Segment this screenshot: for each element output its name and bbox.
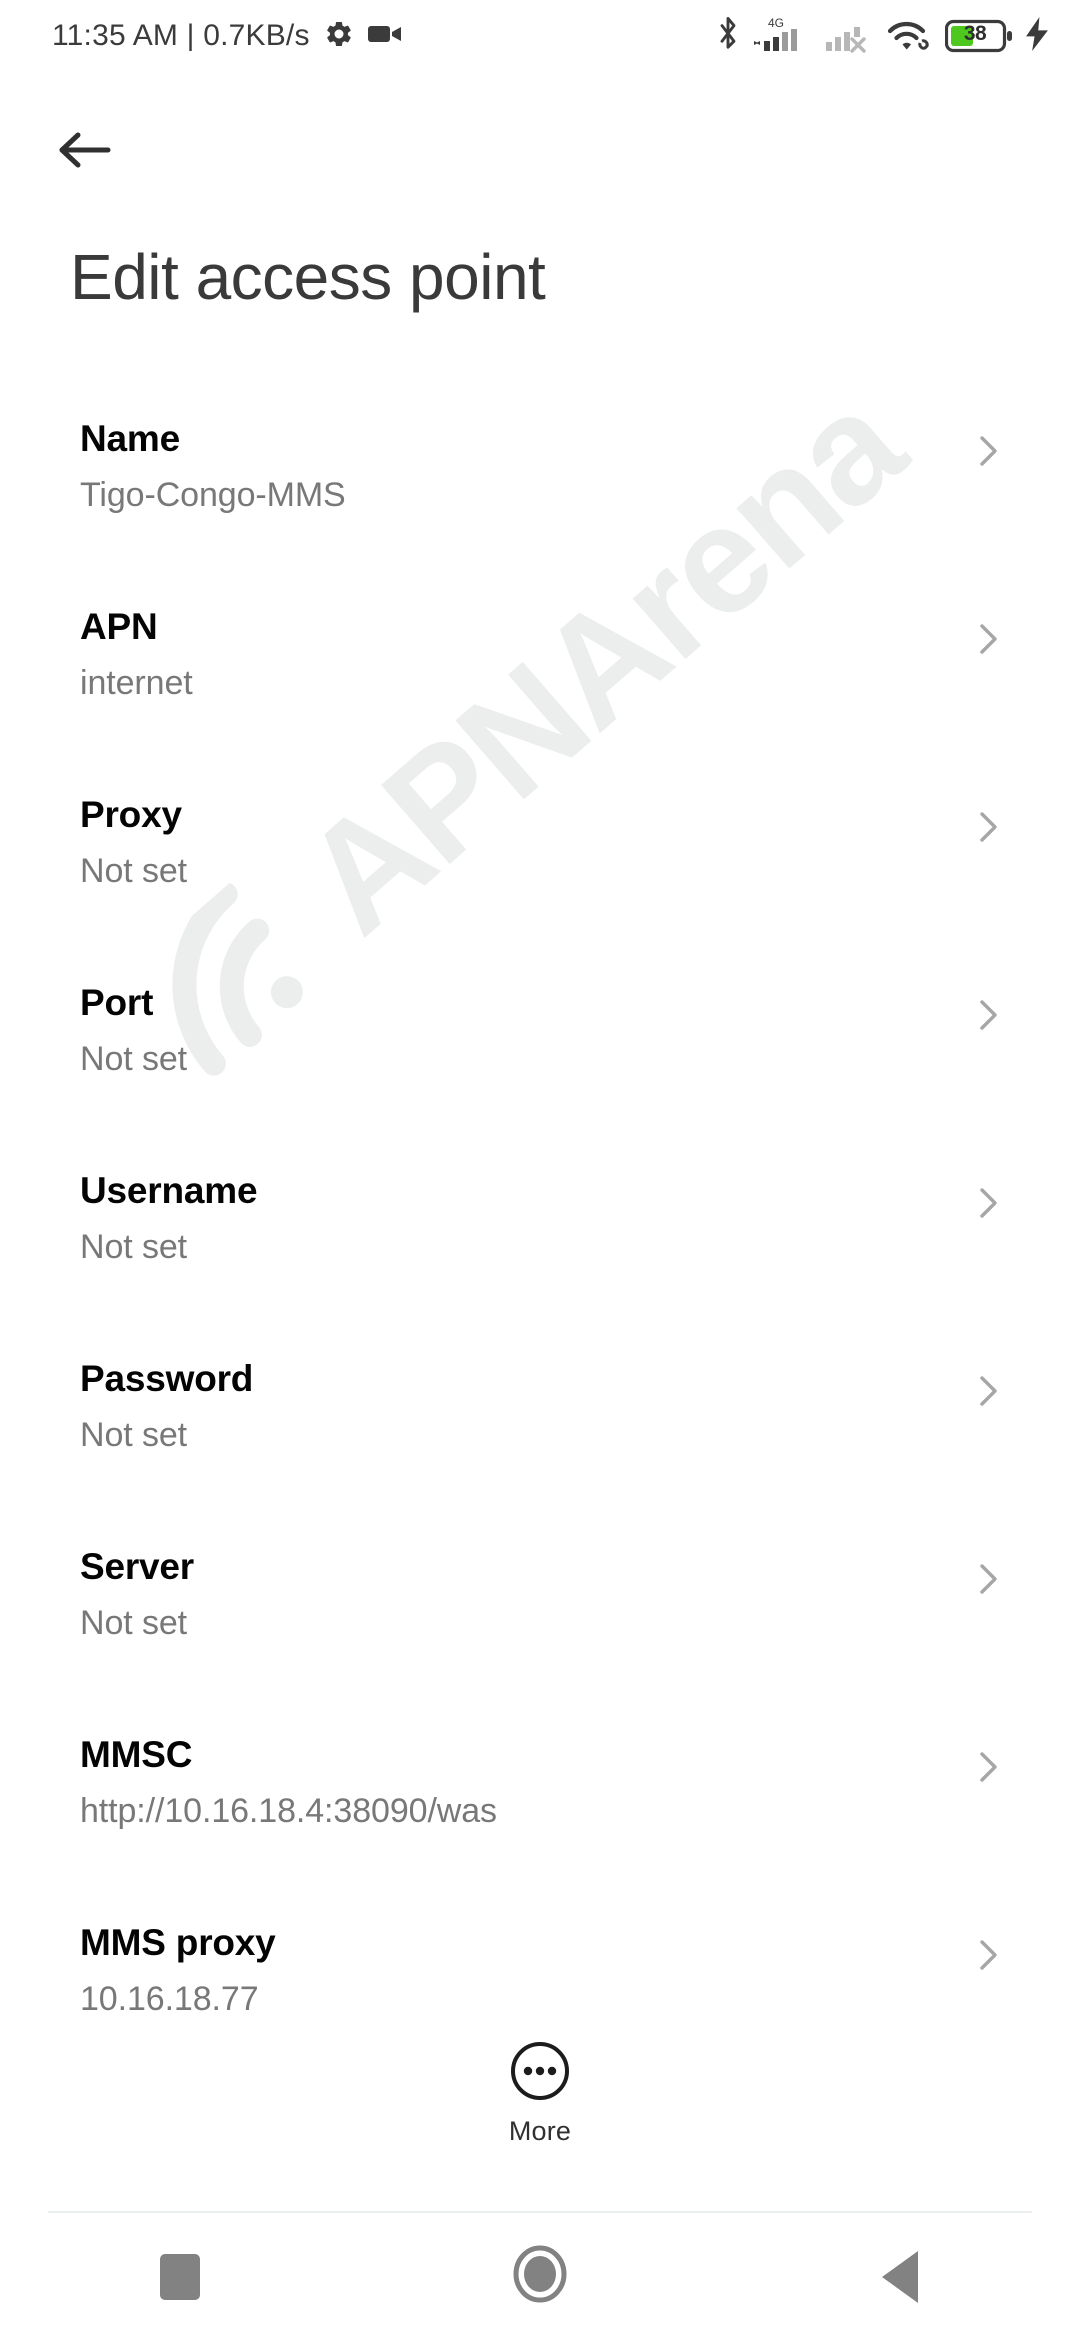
status-time-and-speed: 11:35 AM | 0.7KB/s bbox=[52, 19, 310, 52]
list-item-value: Not set bbox=[80, 1416, 188, 1454]
home-circle-icon bbox=[512, 2244, 568, 2309]
back-button[interactable] bbox=[46, 112, 126, 192]
list-item-port[interactable]: Port Not set bbox=[0, 968, 1080, 1156]
list-item-title: Proxy bbox=[80, 794, 182, 835]
chevron-right-icon bbox=[968, 618, 1010, 660]
back-triangle-icon bbox=[882, 2250, 918, 2303]
list-item-name[interactable]: Name Tigo-Congo-MMS bbox=[0, 404, 1080, 592]
more-button[interactable]: More bbox=[0, 2040, 1080, 2147]
chevron-right-icon bbox=[968, 1370, 1010, 1412]
gear-icon bbox=[324, 19, 354, 54]
svg-text:4G: 4G bbox=[768, 16, 784, 30]
list-item-value: Tigo-Congo-MMS bbox=[80, 476, 346, 514]
list-item-title: Server bbox=[80, 1546, 195, 1587]
more-dots-circle-icon[interactable] bbox=[509, 2040, 571, 2102]
list-item-value: http://10.16.18.4:38090/was bbox=[80, 1792, 497, 1830]
nav-recents-button[interactable] bbox=[0, 2213, 360, 2340]
status-bar: 11:35 AM | 0.7KB/s 4G 38 bbox=[0, 0, 1080, 72]
chevron-right-icon bbox=[968, 1558, 1010, 1600]
phone-screen: APNArena 11:35 AM | 0.7KB/s 4G 38 Edit a… bbox=[0, 0, 1080, 2340]
chevron-right-icon bbox=[968, 1934, 1010, 1976]
arrow-left-icon bbox=[58, 128, 114, 177]
list-item-value: Not set bbox=[80, 1228, 188, 1266]
list-item-title: MMSC bbox=[80, 1734, 193, 1775]
chevron-right-icon bbox=[968, 1746, 1010, 1788]
list-item-title: MMS proxy bbox=[80, 1922, 276, 1963]
list-item-value: 10.16.18.77 bbox=[80, 1980, 259, 2018]
battery-percent-label: 38 bbox=[963, 22, 987, 45]
chevron-right-icon bbox=[968, 994, 1010, 1036]
wifi-icon bbox=[886, 15, 934, 58]
list-item-value: Not set bbox=[80, 1040, 188, 1078]
list-item-title: Username bbox=[80, 1170, 258, 1211]
list-item-value: internet bbox=[80, 664, 193, 702]
more-button-label: More bbox=[508, 2116, 572, 2146]
battery-icon: 38 bbox=[945, 19, 1013, 53]
chevron-right-icon bbox=[968, 1182, 1010, 1224]
chevron-right-icon bbox=[968, 430, 1010, 472]
system-navigation-bar bbox=[0, 2213, 1080, 2340]
list-item-value: Not set bbox=[80, 852, 188, 890]
access-point-field-list: Name Tigo-Congo-MMS APN internet Proxy N… bbox=[0, 404, 1080, 2096]
signal-4g-icon: 4G bbox=[752, 15, 814, 58]
nav-home-button[interactable] bbox=[360, 2213, 720, 2340]
charging-bolt-icon bbox=[1024, 16, 1050, 56]
status-bar-right: 4G 38 bbox=[715, 15, 1050, 58]
signal-no-service-icon bbox=[825, 15, 875, 58]
list-item-title: APN bbox=[80, 606, 158, 647]
list-item-username[interactable]: Username Not set bbox=[0, 1156, 1080, 1344]
page-title: Edit access point bbox=[70, 241, 546, 313]
list-item-password[interactable]: Password Not set bbox=[0, 1344, 1080, 1532]
status-bar-left: 11:35 AM | 0.7KB/s bbox=[52, 19, 402, 54]
list-item-title: Name bbox=[80, 418, 180, 459]
chevron-right-icon bbox=[968, 806, 1010, 848]
app-bar bbox=[0, 104, 1080, 200]
recents-square-icon bbox=[160, 2253, 200, 2300]
list-item-proxy[interactable]: Proxy Not set bbox=[0, 780, 1080, 968]
list-item-title: Password bbox=[80, 1358, 254, 1399]
list-item-title: Port bbox=[80, 982, 154, 1023]
bluetooth-icon bbox=[715, 16, 741, 57]
list-item-server[interactable]: Server Not set bbox=[0, 1532, 1080, 1720]
nav-back-button[interactable] bbox=[720, 2213, 1080, 2340]
list-item-value: Not set bbox=[80, 1604, 188, 1642]
video-camera-icon bbox=[367, 22, 402, 51]
list-item-apn[interactable]: APN internet bbox=[0, 592, 1080, 780]
list-item-mmsc[interactable]: MMSC http://10.16.18.4:38090/was bbox=[0, 1720, 1080, 1908]
